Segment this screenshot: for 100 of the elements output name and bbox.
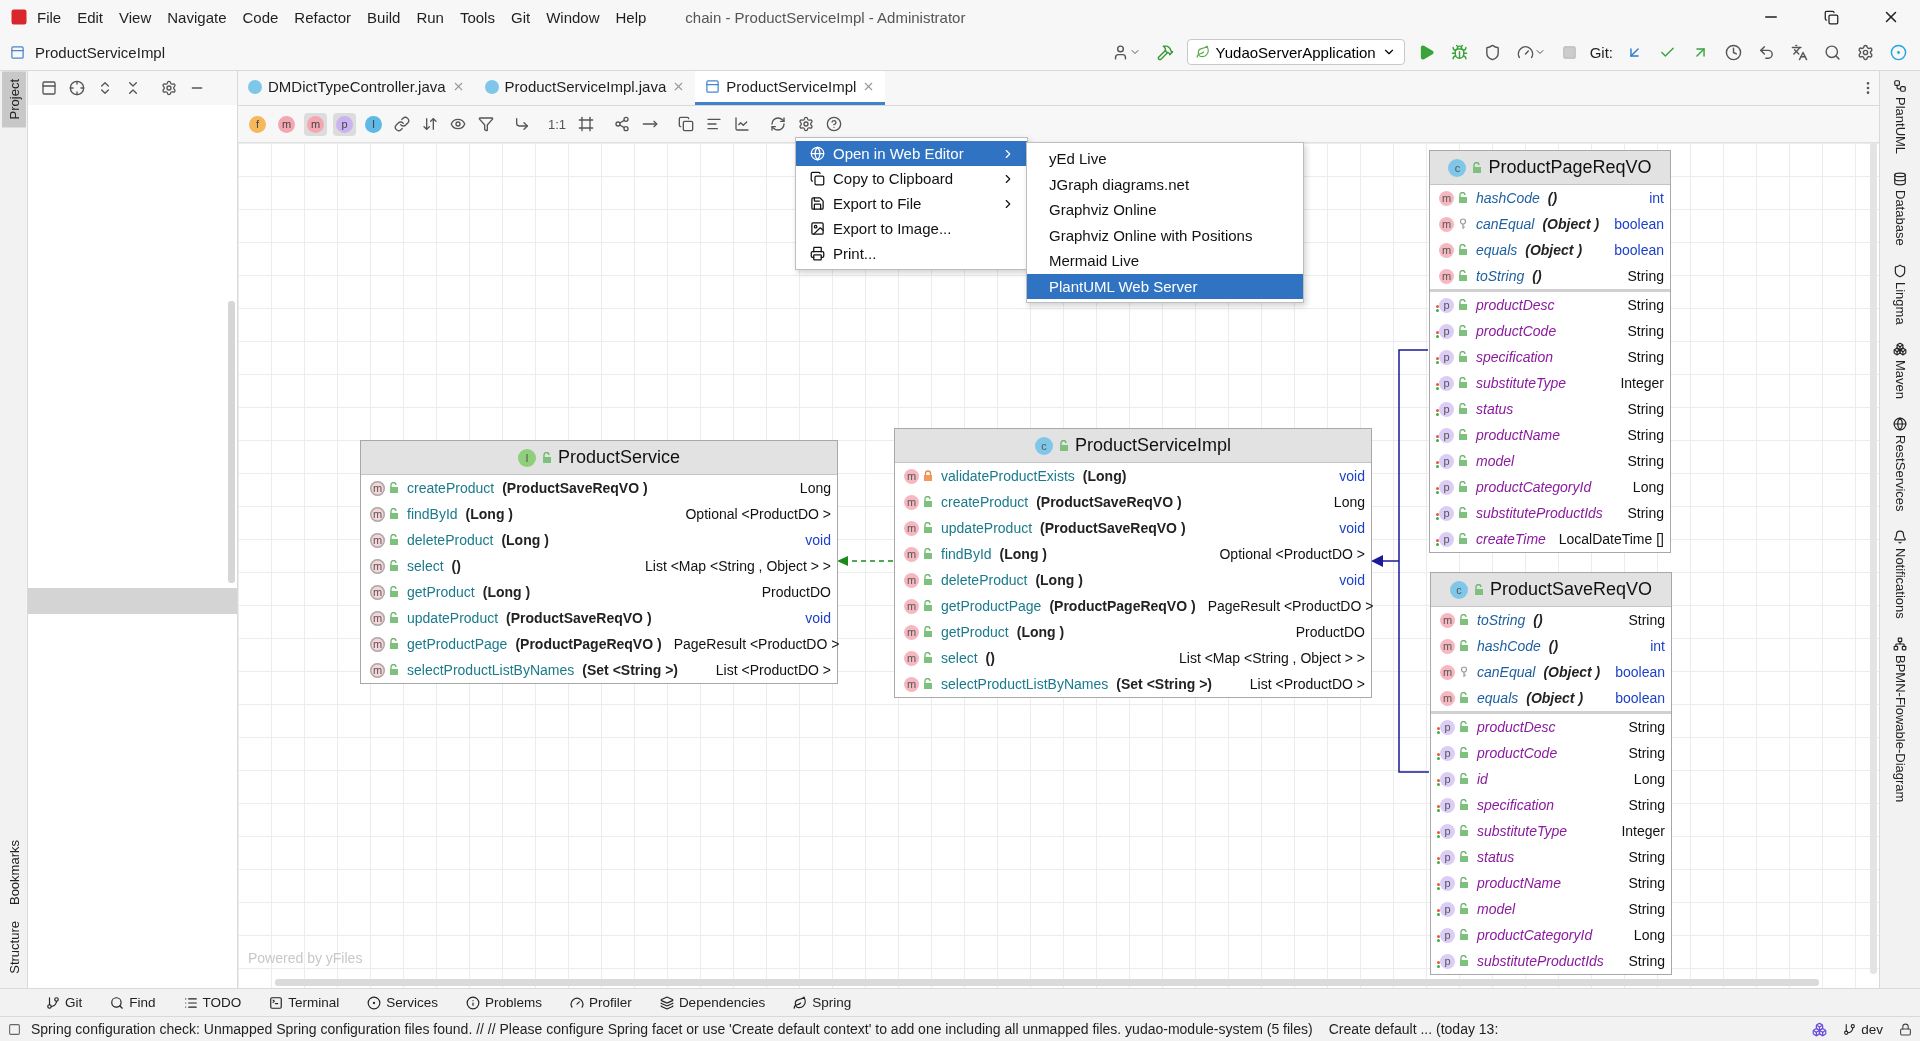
return-type: String: [1626, 268, 1664, 284]
editor-tab[interactable]: ProductServiceImpl: [695, 71, 886, 105]
menu-item[interactable]: Run: [409, 4, 451, 30]
tool-window-button[interactable]: Dependencies: [653, 994, 772, 1011]
tool-window-button[interactable]: Terminal: [263, 994, 346, 1011]
class-icon: [248, 79, 262, 94]
tool-window-tab[interactable]: Notifications: [1890, 528, 1910, 621]
open-lock-icon: [1458, 507, 1468, 519]
open-lock-icon: [389, 612, 399, 624]
class-name: ProductServiceImpl: [1074, 435, 1232, 456]
key-icon: [1458, 218, 1468, 230]
tool-window-tab[interactable]: PlantUML: [1890, 77, 1910, 157]
field-type: String: [1627, 953, 1665, 969]
filter-toggle[interactable]: p: [333, 112, 356, 136]
branch-widget[interactable]: dev: [1837, 1020, 1889, 1038]
menu-item[interactable]: Edit: [70, 4, 111, 30]
parameter-list: (ProductSaveReqVO ): [502, 480, 648, 496]
menu-item[interactable]: PlantUML Web Server: [1027, 273, 1303, 299]
parameter-list: (ProductSaveReqVO ): [1040, 520, 1186, 536]
open-lock-icon: [1459, 614, 1469, 626]
field-name: productDesc: [1477, 719, 1556, 735]
menu-item[interactable]: Tools: [452, 4, 502, 30]
field-type: Integer: [1620, 823, 1665, 839]
class-kind-icon: c: [1034, 436, 1053, 455]
parameter-list: (ProductSaveReqVO ): [506, 610, 652, 626]
scrollbar[interactable]: [228, 301, 235, 583]
tool-window-button[interactable]: Problems: [460, 994, 549, 1011]
tool-window-button[interactable]: Find: [104, 994, 162, 1011]
menu-item[interactable]: Refactor: [287, 4, 359, 30]
menu-item[interactable]: File: [30, 4, 69, 30]
parameter-list: (): [451, 558, 461, 574]
parameter-list: (Long ): [1016, 624, 1065, 640]
run-configuration-dropdown[interactable]: YudaoServerApplication: [1186, 39, 1405, 65]
git-label: Git:: [1589, 43, 1613, 61]
tool-window-tab[interactable]: Project: [1, 71, 26, 128]
menu-item[interactable]: Graphviz Online: [1027, 197, 1303, 223]
method-icon: m: [367, 584, 385, 600]
tool-window-icon: [659, 995, 674, 1010]
tool-window-button[interactable]: Git: [40, 994, 89, 1011]
field-icon: p: [1437, 771, 1455, 787]
open-lock-icon: [389, 534, 399, 546]
class-node[interactable]: [1430, 572, 1672, 975]
menu-item[interactable]: View: [112, 4, 159, 30]
menu-item[interactable]: yEd Live: [1027, 146, 1303, 172]
menu-item[interactable]: Print...: [796, 241, 1027, 266]
open-lock-icon: [1458, 403, 1468, 415]
class-node[interactable]: [360, 440, 838, 684]
scrollbar[interactable]: [1870, 143, 1877, 974]
field-icon: p: [1437, 745, 1455, 761]
class-kind-icon: c: [1449, 580, 1468, 599]
menu-item[interactable]: Open in Web Editor: [796, 141, 1027, 166]
menu-item[interactable]: Window: [539, 4, 607, 30]
menu-item[interactable]: Git: [503, 4, 538, 30]
tool-window-icon: [1893, 636, 1907, 651]
editor-tab[interactable]: DMDictTypeController.java: [238, 71, 475, 105]
scrollbar[interactable]: [275, 979, 1819, 986]
background-task[interactable]: Create default ... (today 13:: [1328, 1021, 1499, 1037]
menu-item[interactable]: Code: [235, 4, 286, 30]
parameter-list: (): [1547, 190, 1558, 206]
method-name: toString: [1476, 268, 1525, 284]
menu-item[interactable]: JGraph diagrams.net: [1027, 171, 1303, 197]
breadcrumb[interactable]: ProductServiceImpl: [35, 43, 1099, 61]
tool-window-button[interactable]: Services: [361, 994, 445, 1011]
editor-tab[interactable]: ProductServiceImpl.java: [474, 71, 696, 105]
menu-item[interactable]: Export to Image...: [796, 216, 1027, 241]
filter-toggle[interactable]: m: [304, 112, 327, 136]
tool-window-tab[interactable]: Lingma: [1890, 261, 1910, 327]
menu-item[interactable]: Help: [608, 4, 654, 30]
field-type: String: [1627, 849, 1665, 865]
class-node[interactable]: [894, 428, 1372, 698]
menu-item[interactable]: Navigate: [160, 4, 234, 30]
menu-item[interactable]: Build: [360, 4, 408, 30]
tool-window-tab[interactable]: BPMN-Flowable-Diagram: [1890, 634, 1910, 805]
field-name: model: [1477, 901, 1516, 917]
tool-window-button[interactable]: TODO: [177, 994, 248, 1011]
tool-window-tab[interactable]: Structure: [1, 913, 26, 982]
tool-window-tab[interactable]: RestServices: [1890, 415, 1910, 514]
method-name: getProductPage: [941, 598, 1042, 614]
class-node[interactable]: [1429, 150, 1671, 553]
method-name: selectProductListByNames: [941, 676, 1109, 692]
tool-window-button[interactable]: Spring: [787, 994, 858, 1011]
field-name: productCategoryId: [1477, 927, 1593, 943]
method-name: deleteProduct: [941, 572, 1028, 588]
menu-item-icon: [810, 171, 825, 186]
method-name: toString: [1477, 612, 1526, 628]
tool-window-tab[interactable]: Bookmarks: [1, 832, 26, 914]
method-name: hashCode: [1476, 190, 1540, 206]
method-name: updateProduct: [941, 520, 1033, 536]
menu-item-icon: [810, 146, 825, 161]
menu-item[interactable]: Export to File: [796, 191, 1027, 216]
tool-window-button[interactable]: Profiler: [564, 994, 638, 1011]
return-type: Long: [798, 480, 831, 496]
open-lock-icon: [1458, 270, 1468, 282]
menu-item[interactable]: Copy to Clipboard: [796, 166, 1027, 191]
tool-window-tab[interactable]: Database: [1890, 170, 1910, 248]
menu-item[interactable]: Mermaid Live: [1027, 248, 1303, 274]
actual-size-button[interactable]: 1:1: [545, 113, 570, 135]
menu-item[interactable]: Graphviz Online with Positions: [1027, 222, 1303, 248]
tool-window-tab[interactable]: Maven: [1890, 340, 1910, 402]
field-icon: p: [1437, 849, 1455, 865]
